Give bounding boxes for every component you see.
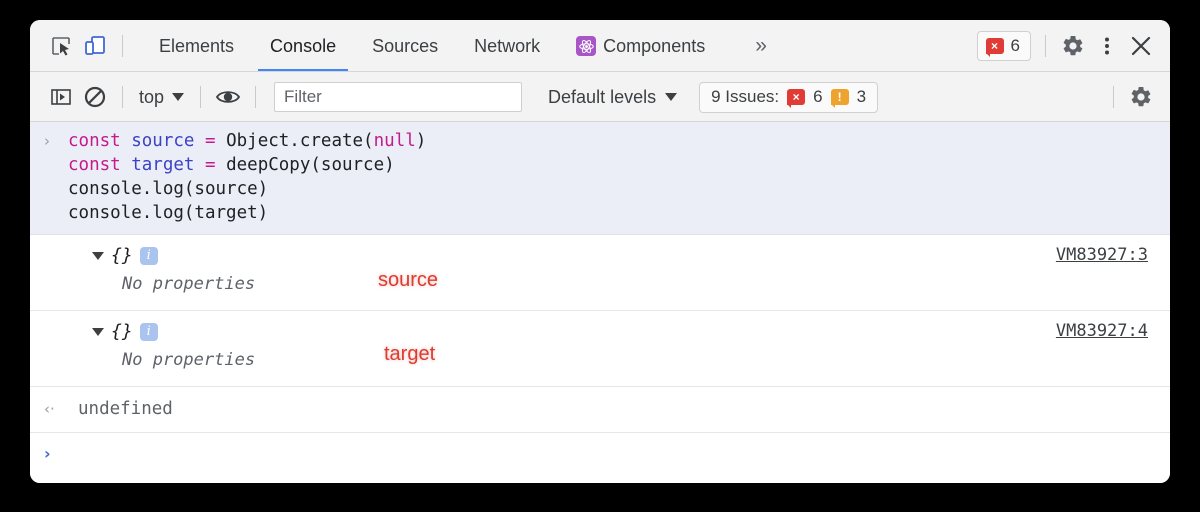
info-icon[interactable]: i xyxy=(139,323,158,341)
error-badge-icon: × xyxy=(985,38,1004,57)
code-token: deepCopy(source) xyxy=(215,155,395,175)
annotation-source: source xyxy=(378,269,439,291)
issues-label: 9 Issues: xyxy=(711,87,780,106)
source-location-link[interactable]: VM83927:3 xyxy=(1056,245,1148,265)
object-no-properties-label: No properties xyxy=(122,274,256,294)
tab-elements-label: Elements xyxy=(159,35,235,56)
annotation-target: target xyxy=(384,343,436,365)
filterbar-divider-3 xyxy=(255,86,257,108)
issues-summary-pill[interactable]: 9 Issues: × 6 ! 3 xyxy=(699,81,879,113)
tab-sources-label: Sources xyxy=(372,35,439,56)
error-count-label: 6 xyxy=(1010,36,1020,55)
console-object-header[interactable]: {} i xyxy=(30,320,1170,344)
code-token: Object.create( xyxy=(215,131,374,151)
return-value-label: undefined xyxy=(78,399,173,419)
console-settings-gear-icon[interactable] xyxy=(1124,80,1158,114)
more-tabs-button[interactable]: » xyxy=(723,20,797,72)
prompt-chevron-icon: › xyxy=(44,132,50,150)
console-message-list[interactable]: › const source = Object.create(null) con… xyxy=(30,122,1170,483)
info-icon[interactable]: i xyxy=(139,247,158,265)
code-token: const xyxy=(68,155,121,175)
console-output-row[interactable]: {} i No properties VM83927:3 source xyxy=(30,235,1170,311)
kebab-menu-icon[interactable] xyxy=(1090,29,1124,63)
error-count-pill[interactable]: × 6 xyxy=(976,31,1031,61)
tab-components-label: Components xyxy=(603,35,706,56)
clear-console-icon[interactable] xyxy=(78,80,112,114)
console-input-echo: › const source = Object.create(null) con… xyxy=(30,122,1170,235)
code-token: console.log(source) xyxy=(68,179,269,199)
console-prompt-row[interactable]: › xyxy=(30,433,1170,467)
object-no-properties-label: No properties xyxy=(122,350,256,370)
filterbar-divider-2 xyxy=(200,86,202,108)
prompt-chevron-icon: › xyxy=(44,444,51,463)
filterbar-divider-1 xyxy=(122,86,123,108)
code-token: ) xyxy=(415,131,427,151)
source-location-link[interactable]: VM83927:4 xyxy=(1056,321,1148,341)
return-arrow-icon: ‹· xyxy=(44,400,55,418)
execution-context-selector[interactable]: top xyxy=(133,87,190,108)
gear-icon[interactable] xyxy=(1056,29,1090,63)
code-line-4-content: console.log(target) xyxy=(68,201,268,225)
execution-context-label: top xyxy=(139,86,165,107)
code-token: const xyxy=(68,131,121,151)
code-token: console.log(target) xyxy=(68,203,269,223)
inspect-cursor-icon[interactable] xyxy=(44,29,78,63)
chevron-down-icon xyxy=(172,93,185,101)
filterbar-divider-4 xyxy=(1113,86,1114,108)
tab-sources[interactable]: Sources xyxy=(354,20,456,72)
tab-console-label: Console xyxy=(270,35,337,56)
devtools-tabbar: Elements Console Sources Network Compone… xyxy=(30,20,1170,72)
code-token: = xyxy=(205,131,216,151)
tab-network[interactable]: Network xyxy=(456,20,558,72)
issues-warning-count: 3 xyxy=(856,87,867,106)
device-toolbar-icon[interactable] xyxy=(78,29,112,63)
tabbar-divider xyxy=(122,35,123,57)
object-preview-label: {} xyxy=(111,245,133,266)
tab-elements[interactable]: Elements xyxy=(141,20,252,72)
code-line: › const source = Object.create(null) xyxy=(30,129,1170,153)
console-output-row[interactable]: {} i No properties VM83927:4 target xyxy=(30,311,1170,387)
devtools-tab-list: Elements Console Sources Network Compone… xyxy=(141,20,797,72)
log-levels-selector[interactable]: Default levels xyxy=(542,87,683,108)
log-levels-label: Default levels xyxy=(548,86,657,107)
chevron-double-right-icon: » xyxy=(755,34,767,57)
tab-network-label: Network xyxy=(474,35,541,56)
console-object-header[interactable]: {} i xyxy=(30,244,1170,268)
close-icon[interactable] xyxy=(1124,29,1158,63)
disclosure-triangle-icon[interactable] xyxy=(92,252,104,260)
console-filter-toolbar: top Default levels 9 Issues: × 6 ! 3 xyxy=(30,72,1170,122)
code-token: null xyxy=(373,131,416,151)
tabbar-divider-right xyxy=(1045,35,1046,57)
tab-console[interactable]: Console xyxy=(252,20,354,72)
live-expression-eye-icon[interactable] xyxy=(211,80,245,114)
object-preview-label: {} xyxy=(111,321,133,342)
code-token: = xyxy=(205,155,216,175)
code-line-3-content: console.log(source) xyxy=(68,177,268,201)
issues-warning-badge-icon: ! xyxy=(830,89,849,108)
code-line: console.log(source) xyxy=(30,177,1170,201)
console-return-value-row: ‹· undefined xyxy=(30,387,1170,433)
code-line-1-content: const source = Object.create(null) xyxy=(68,129,426,153)
filter-input[interactable] xyxy=(274,82,523,112)
disclosure-triangle-icon[interactable] xyxy=(92,328,104,336)
code-line: console.log(target) xyxy=(30,201,1170,225)
chevron-down-icon xyxy=(665,93,678,101)
issues-error-count: 6 xyxy=(813,87,823,106)
code-token: source xyxy=(131,131,195,151)
issues-error-badge-icon: × xyxy=(787,89,806,108)
code-line: const target = deepCopy(source) xyxy=(30,153,1170,177)
devtools-window: Elements Console Sources Network Compone… xyxy=(30,20,1170,483)
code-token: target xyxy=(131,155,195,175)
console-sidebar-icon[interactable] xyxy=(44,80,78,114)
react-components-icon xyxy=(576,36,597,56)
code-line-2-content: const target = deepCopy(source) xyxy=(68,153,395,177)
tab-components[interactable]: Components xyxy=(558,20,723,72)
